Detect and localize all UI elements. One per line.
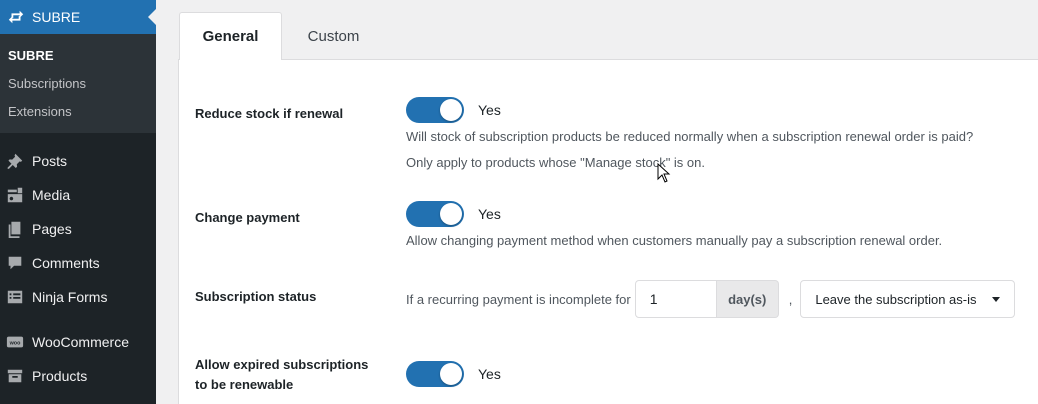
active-arrow bbox=[148, 9, 156, 25]
toggle-knob bbox=[440, 363, 462, 385]
reduce-stock-toggle-wrap: Yes bbox=[406, 97, 501, 123]
separator: , bbox=[788, 291, 793, 307]
sidebar-item-media[interactable]: Media bbox=[0, 178, 156, 212]
allow-expired-toggle[interactable] bbox=[406, 361, 464, 387]
subscription-status-prefix: If a recurring payment is incomplete for bbox=[406, 291, 631, 307]
subscription-action-select[interactable]: Leave the subscription as-is bbox=[800, 280, 1016, 318]
change-payment-toggle[interactable] bbox=[406, 201, 464, 227]
comments-icon bbox=[6, 254, 24, 272]
select-value: Leave the subscription as-is bbox=[815, 291, 977, 307]
change-payment-desc: Allow changing payment method when custo… bbox=[406, 233, 943, 248]
sidebar-item-products[interactable]: Products bbox=[0, 359, 156, 393]
toggle-knob bbox=[440, 99, 462, 121]
settings-content: General Custom Reduce stock if renewal Y… bbox=[178, 0, 1038, 404]
admin-sidebar: SUBRE SUBRE Subscriptions Extensions Pos… bbox=[0, 0, 156, 404]
sidebar-item-label: Comments bbox=[32, 255, 100, 271]
sidebar-item-ninja-forms[interactable]: Ninja Forms bbox=[0, 280, 156, 314]
change-payment-label: Change payment bbox=[195, 210, 300, 225]
mouse-cursor-icon bbox=[657, 162, 671, 188]
change-payment-toggle-text: Yes bbox=[478, 206, 501, 222]
change-payment-toggle-wrap: Yes bbox=[406, 201, 501, 227]
svg-text:woo: woo bbox=[9, 340, 21, 346]
sidebar-item-subre[interactable]: SUBRE bbox=[0, 0, 156, 34]
sidebar-item-label: Ninja Forms bbox=[32, 289, 108, 305]
subscription-status-controls: If a recurring payment is incomplete for… bbox=[406, 280, 1016, 318]
sidebar-item-label: Pages bbox=[32, 221, 72, 237]
allow-expired-toggle-text: Yes bbox=[478, 366, 501, 382]
allow-expired-label: Allow expired subscriptions to be renewa… bbox=[195, 355, 368, 395]
reduce-stock-desc: Will stock of subscription products be r… bbox=[406, 129, 974, 144]
sidebar-item-label: SUBRE bbox=[32, 9, 81, 25]
submenu-item-extensions[interactable]: Extensions bbox=[0, 97, 156, 125]
submenu-item-subre[interactable]: SUBRE bbox=[0, 41, 156, 69]
submenu: SUBRE Subscriptions Extensions bbox=[0, 34, 156, 133]
reduce-stock-label: Reduce stock if renewal bbox=[195, 106, 344, 121]
allow-expired-toggle-wrap: Yes bbox=[406, 361, 501, 387]
sidebar-item-label: Media bbox=[32, 187, 71, 203]
reduce-stock-toggle-text: Yes bbox=[478, 102, 501, 118]
tab-custom[interactable]: Custom bbox=[282, 12, 385, 60]
incomplete-days-input[interactable]: 1 bbox=[634, 280, 717, 318]
sidebar-item-label: WooCommerce bbox=[32, 334, 129, 350]
subscription-status-label: Subscription status bbox=[195, 289, 317, 304]
reduce-stock-toggle[interactable] bbox=[406, 97, 464, 123]
sidebar-item-pages[interactable]: Pages bbox=[0, 212, 156, 246]
pushpin-icon bbox=[6, 152, 24, 170]
allow-expired-label-line2: to be renewable bbox=[195, 377, 294, 392]
sidebar-item-woocommerce[interactable]: woo WooCommerce bbox=[0, 325, 156, 359]
sidebar-item-comments[interactable]: Comments bbox=[0, 246, 156, 280]
toggle-knob bbox=[440, 203, 462, 225]
sidebar-item-label: Posts bbox=[32, 153, 68, 169]
archive-icon bbox=[6, 367, 24, 385]
days-unit-label: day(s) bbox=[716, 280, 779, 318]
sidebar-item-label: Products bbox=[32, 368, 88, 384]
media-icon bbox=[6, 186, 24, 204]
repeat-icon bbox=[7, 8, 25, 26]
submenu-item-subscriptions[interactable]: Subscriptions bbox=[0, 69, 156, 97]
sidebar-item-posts[interactable]: Posts bbox=[0, 144, 156, 178]
chevron-down-icon bbox=[992, 296, 1001, 302]
woo-icon: woo bbox=[6, 333, 24, 351]
allow-expired-label-line1: Allow expired subscriptions bbox=[195, 357, 369, 372]
pages-icon bbox=[6, 220, 24, 238]
settings-panel: Reduce stock if renewal Yes Will stock o… bbox=[178, 60, 1038, 404]
tab-general[interactable]: General bbox=[179, 12, 282, 61]
tab-bar: General Custom bbox=[178, 0, 1038, 61]
form-icon bbox=[6, 288, 24, 306]
